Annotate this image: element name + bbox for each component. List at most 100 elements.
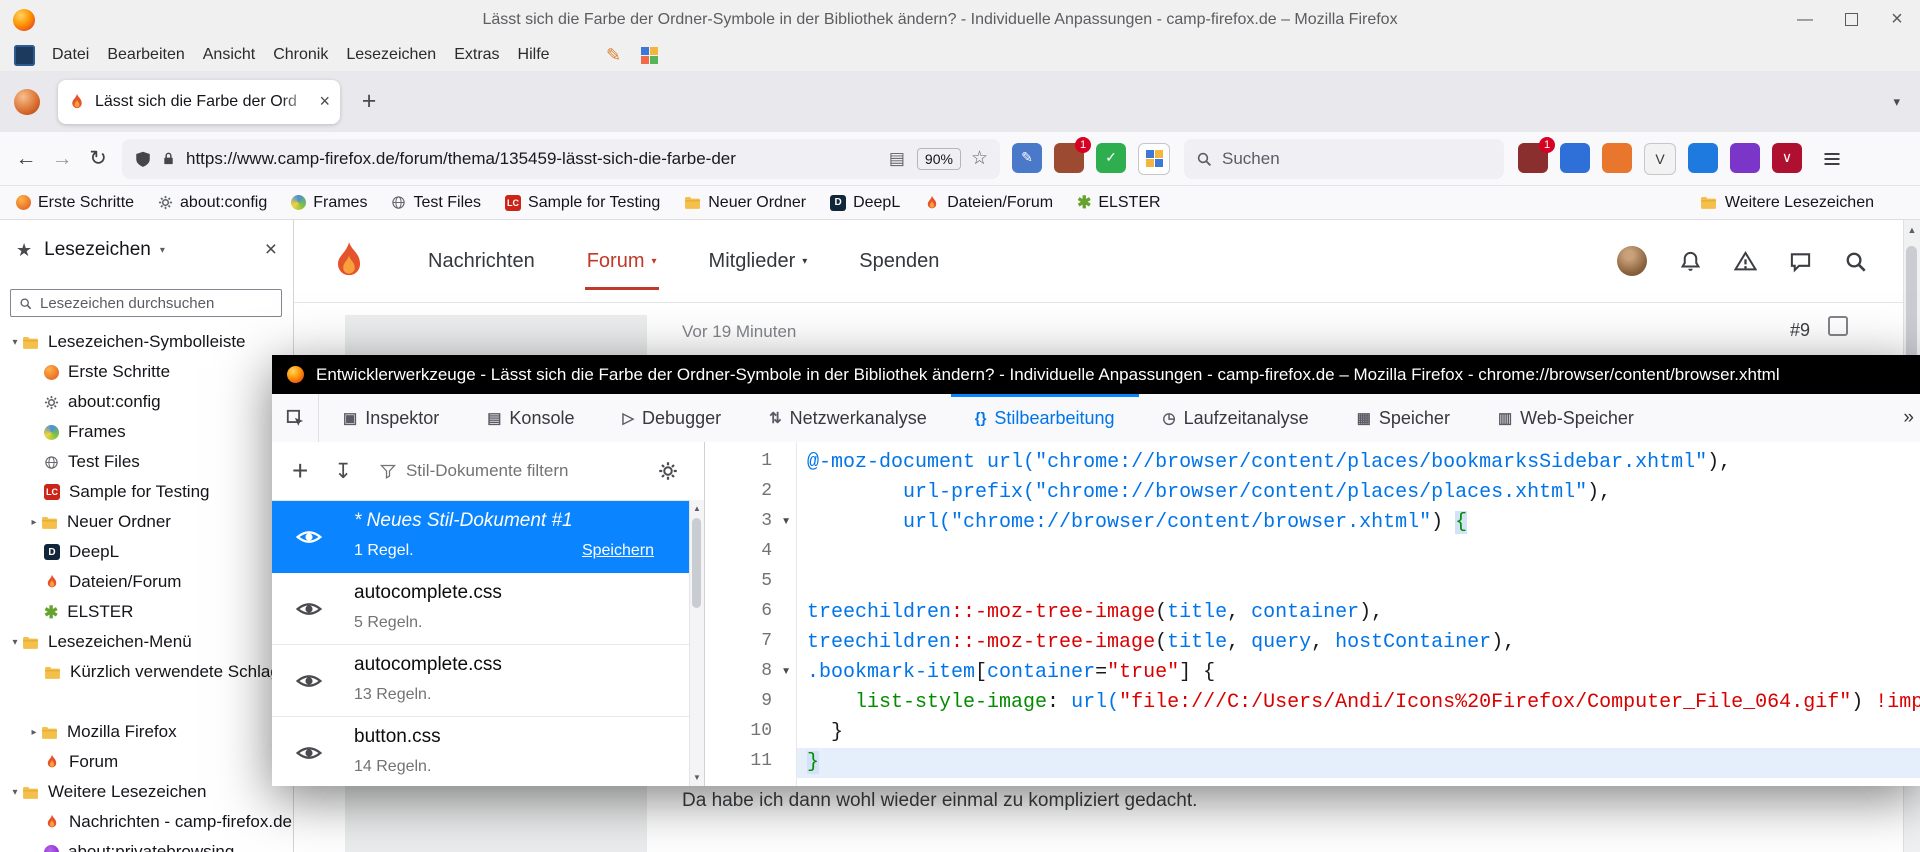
site-search-icon[interactable] xyxy=(1844,250,1867,273)
restore-button[interactable] xyxy=(1828,0,1874,39)
menu-item-lesezeichen[interactable]: Lesezeichen xyxy=(337,46,445,64)
scroll-down-arrow[interactable]: ▼ xyxy=(690,773,704,782)
menu-item-bearbeiten[interactable]: Bearbeiten xyxy=(98,46,193,64)
reader-mode-icon[interactable]: ▤ xyxy=(889,149,905,169)
reload-button[interactable]: ↻ xyxy=(80,141,116,177)
post-select-checkbox[interactable] xyxy=(1828,316,1848,336)
bookmark-item[interactable]: DDeepL xyxy=(830,194,900,212)
tree-bookmark-row[interactable]: Dateien/Forum xyxy=(0,567,293,597)
other-bookmarks-button[interactable]: Weitere Lesezeichen xyxy=(1700,194,1874,212)
save-link[interactable]: Speichern xyxy=(582,542,654,560)
stylesheet-list-scrollbar[interactable]: ▲ ▼ xyxy=(689,500,704,786)
bookmark-item[interactable]: Neuer Ordner xyxy=(684,194,806,212)
devtools-tab-speicher[interactable]: ▦Speicher xyxy=(1333,394,1474,442)
notifications-bell-icon[interactable] xyxy=(1679,250,1702,273)
site-logo-flame[interactable] xyxy=(328,235,370,287)
menu-item-chronik[interactable]: Chronik xyxy=(264,46,337,64)
tree-bookmark-row[interactable]: DDeepL xyxy=(0,537,293,567)
tree-bookmark-row[interactable]: about:config xyxy=(0,387,293,417)
visibility-eye-icon[interactable] xyxy=(296,740,322,771)
feed-extension-button[interactable]: 1 xyxy=(1054,143,1084,173)
bookmark-item[interactable]: Test Files xyxy=(391,194,481,212)
sidebar-search-input[interactable]: Lesezeichen durchsuchen xyxy=(10,289,282,317)
menu-item-extras[interactable]: Extras xyxy=(445,46,508,64)
options-gear-icon[interactable] xyxy=(658,461,678,481)
tree-bookmark-row[interactable]: Erste Schritte xyxy=(0,357,293,387)
tracking-protection-shield-icon[interactable] xyxy=(134,150,152,168)
minimize-button[interactable]: — xyxy=(1782,0,1828,39)
devtools-tab-laufzeitanalyse[interactable]: ◷Laufzeitanalyse xyxy=(1139,394,1333,442)
search-bar[interactable]: Suchen xyxy=(1184,139,1504,179)
ext-4-button[interactable]: V xyxy=(1644,143,1676,175)
devtools-tab-stilbearbeitung[interactable]: {}Stilbearbeitung xyxy=(951,394,1139,442)
menu-hamburger-button[interactable] xyxy=(1814,141,1850,177)
back-button[interactable]: ← xyxy=(8,141,44,177)
devtools-overflow-chevron[interactable]: » xyxy=(1903,407,1914,429)
close-button[interactable]: × xyxy=(1874,0,1920,39)
conversations-chat-icon[interactable] xyxy=(1789,250,1812,273)
post-timestamp[interactable]: Vor 19 Minuten xyxy=(682,322,796,342)
tree-folder-row[interactable]: ▾Lesezeichen-Symbolleiste xyxy=(0,327,293,357)
menubar-pen-extension-icon[interactable]: ✎ xyxy=(603,44,625,66)
visibility-eye-icon[interactable] xyxy=(296,668,322,699)
twisty-open-icon[interactable]: ▾ xyxy=(8,337,22,348)
twisty-closed-icon[interactable]: ▸ xyxy=(27,517,41,528)
ext-1-button[interactable]: 1 xyxy=(1518,143,1548,173)
menubar-grid-extension-icon[interactable] xyxy=(639,44,661,66)
url-bar[interactable]: https://www.camp-firefox.de/forum/thema/… xyxy=(122,139,1000,179)
url-text[interactable]: https://www.camp-firefox.de/forum/thema/… xyxy=(186,149,875,169)
css-source-editor[interactable]: 123▼45678▼91011 @-moz-document url("chro… xyxy=(705,442,1920,786)
menu-item-hilfe[interactable]: Hilfe xyxy=(509,46,559,64)
tree-bookmark-row[interactable]: about:privatebrowsing xyxy=(0,837,293,852)
sidebar-switcher-chevron-icon[interactable]: ▾ xyxy=(160,245,165,256)
bookmark-item[interactable]: about:config xyxy=(158,194,267,212)
bookmark-star-icon[interactable]: ☆ xyxy=(971,147,988,170)
ext-6-button[interactable] xyxy=(1730,143,1760,173)
tree-bookmark-row[interactable]: Forum xyxy=(0,747,293,777)
pick-element-button[interactable] xyxy=(272,394,319,442)
twisty-open-icon[interactable]: ▾ xyxy=(8,637,22,648)
code-line[interactable]: .bookmark-item[container="true"] { xyxy=(797,658,1920,688)
pen-extension-button[interactable]: ✎ xyxy=(1012,143,1042,173)
filter-stylesheets-input[interactable]: Stil-Dokumente filtern xyxy=(406,461,569,481)
grid-translator-extension-button[interactable] xyxy=(1138,143,1170,175)
tree-bookmark-row[interactable]: Kürzlich verwendete Schlagwörter xyxy=(0,657,293,687)
code-line[interactable]: @-moz-document url("chrome://browser/con… xyxy=(797,448,1920,478)
code-line[interactable]: } xyxy=(797,748,1920,778)
bookmark-item[interactable]: Dateien/Forum xyxy=(924,194,1053,212)
fold-arrow-icon[interactable]: ▼ xyxy=(781,666,791,677)
zoom-level-button[interactable]: 90% xyxy=(917,148,961,170)
menu-item-ansicht[interactable]: Ansicht xyxy=(194,46,264,64)
forward-button[interactable]: → xyxy=(44,141,80,177)
devtools-tab-konsole[interactable]: ▤Konsole xyxy=(463,394,598,442)
devtools-tab-web-speicher[interactable]: ▥Web-Speicher xyxy=(1474,394,1658,442)
twisty-closed-icon[interactable]: ▸ xyxy=(27,727,41,738)
lock-icon[interactable] xyxy=(161,151,176,166)
code-line[interactable]: treechildren::-moz-tree-image(title, que… xyxy=(797,628,1920,658)
stylesheet-item[interactable]: autocomplete.css5 Regeln. xyxy=(272,573,704,645)
stylesheet-item[interactable]: * Neues Stil-Dokument #11 Regel.Speicher… xyxy=(272,501,704,573)
stylesheet-item[interactable]: button.css14 Regeln. xyxy=(272,717,704,786)
site-nav-spenden[interactable]: Spenden xyxy=(859,250,939,273)
devtools-tab-inspektor[interactable]: ▣Inspektor xyxy=(319,394,463,442)
site-nav-forum[interactable]: Forum▾ xyxy=(587,250,657,273)
ext-5-button[interactable] xyxy=(1688,143,1718,173)
post-number[interactable]: #9 xyxy=(1790,320,1810,341)
site-nav-mitglieder[interactable]: Mitglieder▾ xyxy=(709,250,808,273)
browser-tab[interactable]: Lässt sich die Farbe der Ord × xyxy=(58,80,340,124)
tree-folder-row[interactable]: ▾Weitere Lesezeichen xyxy=(0,777,293,807)
import-stylesheet-button[interactable]: ↧ xyxy=(334,459,352,484)
visibility-eye-icon[interactable] xyxy=(296,596,322,627)
code-line[interactable]: list-style-image: url("file:///C:/Users/… xyxy=(797,688,1920,718)
new-tab-button[interactable]: + xyxy=(352,85,386,119)
tree-bookmark-row[interactable]: Nachrichten - camp-firefox.de xyxy=(0,807,293,837)
scrollbar-thumb[interactable] xyxy=(692,518,701,608)
scroll-up-arrow[interactable]: ▲ xyxy=(690,504,704,513)
tree-bookmark-row[interactable]: Frames xyxy=(0,417,293,447)
code-line[interactable]: treechildren::-moz-tree-image(title, con… xyxy=(797,598,1920,628)
code-line[interactable]: url("chrome://browser/content/browser.xh… xyxy=(797,508,1920,538)
fold-arrow-icon[interactable]: ▼ xyxy=(781,516,791,527)
bookmark-item[interactable]: Erste Schritte xyxy=(16,194,134,212)
ext-2-button[interactable] xyxy=(1560,143,1590,173)
tree-bookmark-row[interactable]: LCSample for Testing xyxy=(0,477,293,507)
